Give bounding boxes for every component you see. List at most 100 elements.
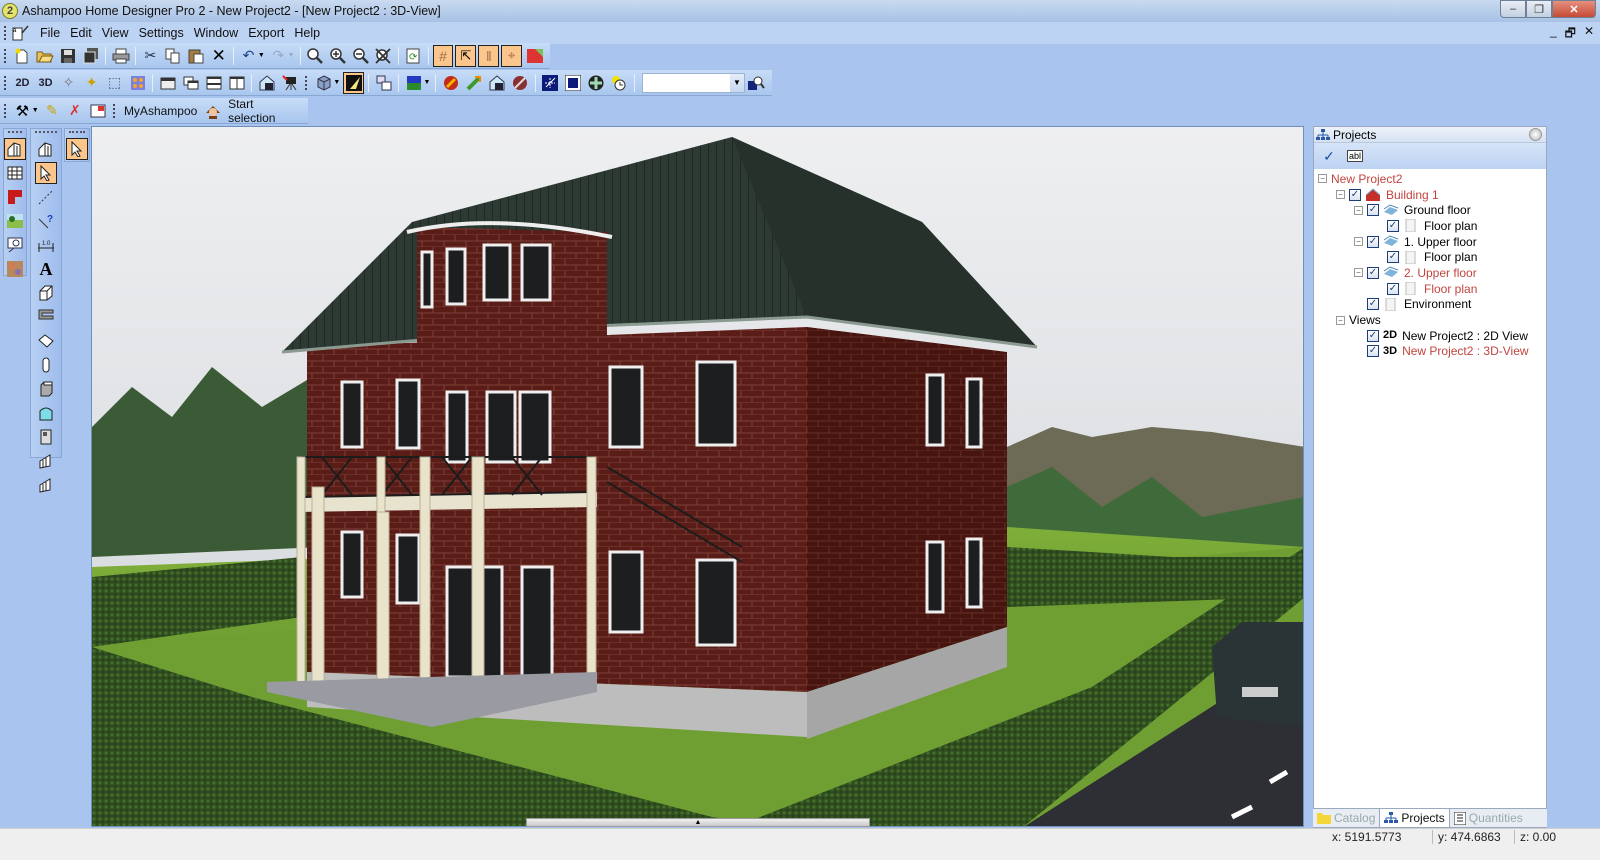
mdi-close-button[interactable]: ✕ <box>1584 24 1594 45</box>
guides-icon[interactable]: ‖ <box>478 44 500 67</box>
toolbar-grip[interactable] <box>4 103 7 118</box>
tile-horizontal-icon[interactable] <box>203 72 224 94</box>
collapse-toggle-icon[interactable]: − <box>1318 174 1327 184</box>
start-selection-button[interactable]: Start selection <box>228 97 300 125</box>
frame-axis-icon[interactable] <box>563 72 584 94</box>
view-select-combo[interactable]: ▼ <box>641 72 745 93</box>
light-icon[interactable]: ✦ <box>81 72 102 94</box>
tree-node[interactable]: ✓ Floor plan <box>1318 218 1546 234</box>
open-icon[interactable] <box>35 45 56 67</box>
document-icon[interactable]: a <box>11 25 29 41</box>
undo-icon[interactable]: ↶ <box>238 45 259 67</box>
redo-dropdown[interactable]: ▼ <box>288 52 295 59</box>
toolbar-grip[interactable] <box>8 131 22 136</box>
cascade-icon[interactable] <box>180 72 201 94</box>
minimize-button[interactable]: – <box>1500 0 1526 18</box>
menu-window[interactable]: Window <box>189 26 243 40</box>
toolbar-grip[interactable] <box>113 103 116 118</box>
viewport-splitter-handle[interactable]: ▲ <box>526 818 870 827</box>
find-icon[interactable] <box>746 72 767 94</box>
refresh-icon[interactable]: ⟳ <box>403 45 424 67</box>
railing-icon[interactable] <box>35 450 57 472</box>
toolbar-grip[interactable] <box>305 75 308 90</box>
tree-node[interactable]: ✓ Environment <box>1318 297 1546 313</box>
navigation-icon[interactable] <box>586 72 607 94</box>
magic-wand-icon[interactable]: ✎ <box>42 100 63 122</box>
landscape-icon[interactable] <box>4 210 26 232</box>
home-save-icon[interactable] <box>486 72 507 94</box>
copy-icon[interactable] <box>163 45 184 67</box>
remove-tool-icon[interactable]: ✗ <box>64 100 85 122</box>
door-icon[interactable] <box>35 426 57 448</box>
walkthrough-icon[interactable]: ✧ <box>58 72 79 94</box>
redo-icon[interactable]: ↷ <box>268 45 289 67</box>
tab-projects[interactable]: Projects <box>1379 808 1450 828</box>
edit-pen-icon[interactable] <box>509 72 530 94</box>
camera-icon[interactable] <box>279 72 300 94</box>
column-icon[interactable] <box>35 354 57 376</box>
zoom-out-icon[interactable] <box>350 45 371 67</box>
copy-view-icon[interactable] <box>373 72 394 94</box>
view-mode-dropdown[interactable]: ▼ <box>333 79 340 86</box>
texture-icon[interactable] <box>127 72 148 94</box>
chevron-down-icon[interactable]: ▼ <box>729 73 744 92</box>
visibility-checkbox[interactable]: ✓ <box>1367 235 1379 248</box>
new-object-icon[interactable]: ⬚ <box>104 72 125 94</box>
window-icon[interactable] <box>157 72 178 94</box>
tree-node[interactable]: ✓ 2D New Project2 : 2D View <box>1318 328 1546 344</box>
select-arrow-icon[interactable] <box>35 162 57 184</box>
cut-icon[interactable]: ✂ <box>140 45 161 67</box>
grid-icon[interactable]: # <box>432 44 454 67</box>
menu-edit[interactable]: Edit <box>65 26 97 40</box>
visibility-checkbox[interactable]: ✓ <box>1349 188 1361 201</box>
collapse-toggle-icon[interactable]: − <box>1354 268 1363 278</box>
slab-icon[interactable] <box>35 330 57 352</box>
mdi-restore-button[interactable]: 🗗 <box>1565 24 1576 45</box>
collapse-toggle-icon[interactable]: − <box>1336 190 1345 200</box>
save-view-icon[interactable] <box>256 72 277 94</box>
toolbar-grip[interactable] <box>4 75 7 90</box>
stairs-icon[interactable] <box>35 306 57 328</box>
floor-plan-icon[interactable] <box>4 186 26 208</box>
tab-quantities[interactable]: Quantities <box>1450 809 1527 828</box>
zoom-window-icon[interactable] <box>4 234 26 256</box>
tools-icon[interactable]: ⚒ <box>12 100 33 122</box>
line-icon[interactable] <box>35 186 57 208</box>
tree-node[interactable]: − New Project2 <box>1318 171 1546 187</box>
building-icon[interactable] <box>4 138 26 160</box>
axis-icon[interactable] <box>540 72 561 94</box>
tree-node[interactable]: − ✓ 2. Upper floor <box>1318 265 1546 281</box>
myashampoo-link[interactable]: MyAshampoo <box>124 104 197 118</box>
toolbar-grip[interactable] <box>69 131 85 136</box>
delete-icon[interactable]: ✕ <box>208 45 229 67</box>
pin-icon[interactable] <box>1529 128 1542 141</box>
lighting-icon[interactable] <box>343 71 365 94</box>
toolbar-grip[interactable] <box>4 48 7 63</box>
print-icon[interactable] <box>110 45 131 67</box>
collapse-toggle-icon[interactable]: − <box>1336 315 1345 325</box>
background-color-icon[interactable] <box>403 72 424 94</box>
collapse-toggle-icon[interactable]: − <box>1354 237 1363 247</box>
wall-icon[interactable] <box>35 282 57 304</box>
background-color-dropdown[interactable]: ▼ <box>423 79 430 86</box>
menu-export[interactable]: Export <box>243 26 289 40</box>
table-icon[interactable] <box>4 162 26 184</box>
text-icon[interactable]: A <box>35 258 57 280</box>
menu-settings[interactable]: Settings <box>134 26 189 40</box>
collapse-toggle-icon[interactable]: − <box>1354 205 1363 215</box>
menu-file[interactable]: File <box>35 26 65 40</box>
render-icon[interactable] <box>524 45 545 67</box>
tile-vertical-icon[interactable] <box>226 72 247 94</box>
visibility-checkbox[interactable]: ✓ <box>1367 266 1379 279</box>
close-window-icon[interactable] <box>87 100 108 122</box>
tree-node[interactable]: ✓ Floor plan <box>1318 281 1546 297</box>
check-all-icon[interactable]: ✓ <box>1316 144 1342 168</box>
visibility-checkbox[interactable]: ✓ <box>1367 204 1379 217</box>
dimension-icon[interactable]: 1.0 <box>35 234 57 256</box>
toolbar-grip[interactable] <box>4 26 7 40</box>
visibility-checkbox[interactable]: ✓ <box>1367 329 1379 342</box>
restore-button[interactable]: ❐ <box>1526 0 1552 18</box>
view-mode-icon[interactable] <box>313 72 334 94</box>
chimney-icon[interactable] <box>35 378 57 400</box>
menu-view[interactable]: View <box>97 26 134 40</box>
